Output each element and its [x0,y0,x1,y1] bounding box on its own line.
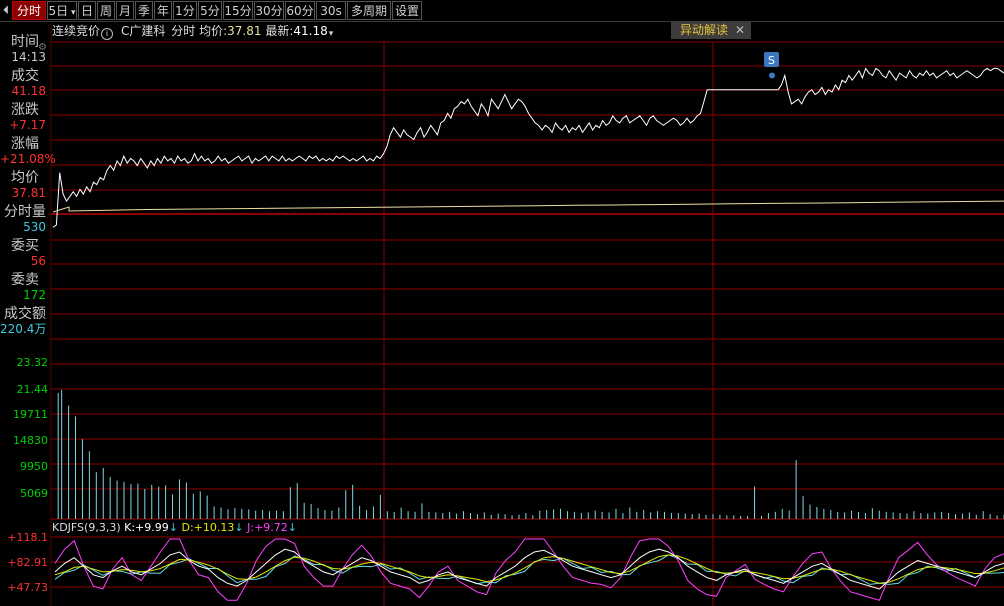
change-value: +7.17 [9,118,46,132]
k-value: +9.99 [135,521,169,534]
latest-value: 41.18 [293,24,328,38]
tab-9[interactable]: 15分 [223,1,253,20]
avg-price-label: 均价: [199,24,228,38]
volume-axis-tick: 23.32 [17,356,49,369]
volume-axis-tick: 14830 [13,434,48,447]
info-bar: 连续竞价 i C广建科 分时 均价:37.81 最新:41.18 [52,22,328,40]
chevron-down-icon: ▾ [328,29,334,39]
d-value: +10.13 [193,521,235,534]
close-icon[interactable]: ✕ [735,22,745,39]
pct-value: +21.08% [0,152,56,166]
buy-value: 56 [30,254,46,268]
chevron-down-icon: ▾ [68,8,76,18]
sell-value: 172 [23,288,46,302]
volume-axis-tick: 5069 [20,487,48,500]
kdj-d-line [54,554,1004,584]
tab-11[interactable]: 60分 [285,1,315,20]
deal-value: 41.18 [11,84,46,98]
change-label: 涨跌 [11,102,39,118]
period-toolbar: ⏴ 分时 5日 ▾ 日周月季年 1分 5分 15分 30分 60分 30s ▾ 多周期 设置 [0,0,1004,39]
volume-axis-tick: 21.44 [17,383,49,396]
j-value: +9.72 [254,521,288,534]
tab-10[interactable]: 30分 [254,1,284,20]
stock-name: C广建科 [121,24,166,38]
down-arrow-icon: ↓ [287,521,297,534]
kdj-name: KDJFS(9,3,3) [52,521,121,534]
tab-0[interactable]: 分时 [12,1,46,20]
volume-axis-tick: 9950 [20,460,48,473]
step-back-icon[interactable]: ⏴ [0,1,12,20]
kdj-j-line [54,538,1004,601]
tab-7[interactable]: 1分 [173,1,197,20]
latest-label: 最新: [265,24,294,38]
abnormal-label: 异动解读 [680,23,729,37]
signal-marker-dot [769,72,775,79]
pct-label: 涨幅 [11,136,39,152]
tab-3[interactable]: 周 [97,1,115,20]
kdj-axis-tick: +118.1 [7,531,48,544]
tab-12[interactable]: 30s ▾ [316,1,346,39]
tab-6[interactable]: 年 [154,1,172,20]
down-arrow-icon: ↓ [234,521,244,534]
kdj-axis-tick: +82.91 [7,556,48,569]
info-circle-icon[interactable]: i [101,28,114,40]
tab-4[interactable]: 月 [116,1,134,20]
down-arrow-icon: ↓ [168,521,178,534]
intraday-chart[interactable]: S 23.32 21.44 19711 14830 9950 5069 +118.1 +82.9… [0,0,1004,606]
volume-axis-tick: 19711 [13,408,48,421]
tab-5[interactable]: 季 [135,1,153,20]
signal-marker-label: S [768,54,775,67]
vol-label: 分时量 [4,204,46,220]
tab-8[interactable]: 5分 [198,1,222,20]
tab-14[interactable]: 设置 [392,1,422,20]
period-text: 分时 [171,24,196,38]
deal-label: 成交 [11,68,39,84]
time-value: 14:13 [11,50,46,64]
d-label: D: [181,521,194,534]
time-label: 时间 [11,34,39,50]
abnormal-interpret-button[interactable]: 异动解读 ✕ [671,22,751,39]
average-price-line [52,200,1004,213]
price-line [52,67,1004,228]
kdj-k-line [54,548,1004,590]
sell-label: 委卖 [11,272,39,288]
mode-text: 连续竞价 [52,24,101,38]
buy-label: 委买 [11,238,39,254]
kdj-legend: KDJFS(9,3,3) K:+9.99↓ D:+10.13↓ J:+9.72↓ [52,521,297,535]
kdj-axis-tick: +47.73 [7,581,48,594]
avg-value: 37.81 [11,186,46,200]
avg-label: 均价 [11,170,39,186]
tab-13[interactable]: 多周期 [347,1,391,20]
tab-2[interactable]: 日 [78,1,96,20]
vol-value: 530 [23,220,46,234]
k-label: K: [124,521,136,534]
amount-value: 220.4万 [0,322,47,336]
kdj-extra-line [54,554,1004,585]
tab-1[interactable]: 5日 ▾ [47,1,77,20]
avg-price-value: 37.81 [227,24,262,38]
quote-sidebar: 时间 14:13 成交 41.18 涨跌 +7.17 涨幅 +21.08% 均价… [0,22,56,338]
